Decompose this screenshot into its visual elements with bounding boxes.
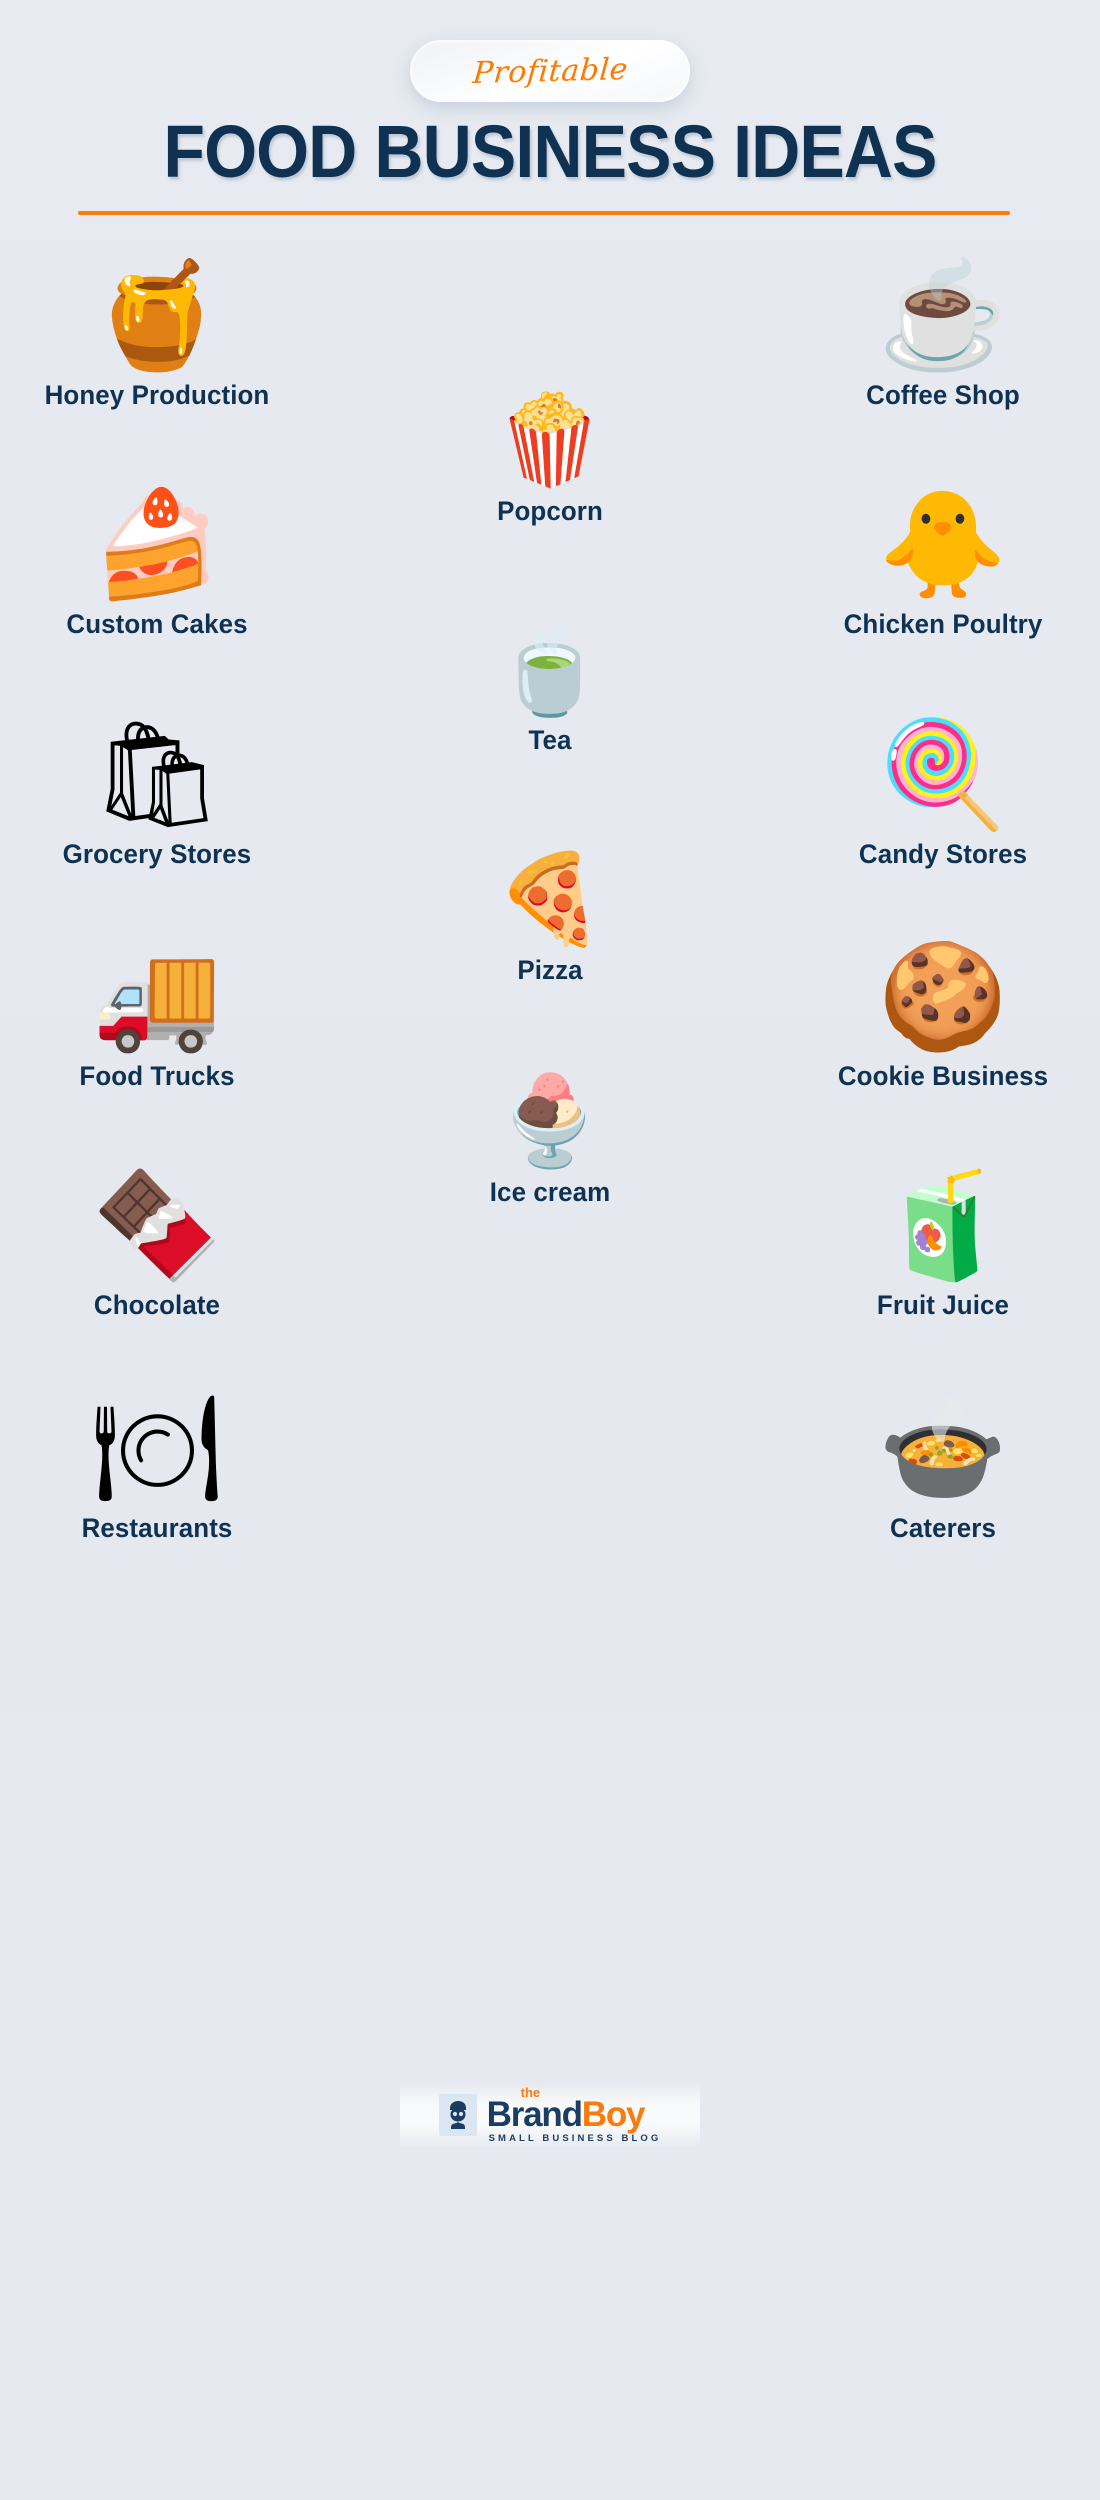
idea-item: 🐥 Chicken Poultry bbox=[793, 477, 1093, 640]
idea-item: 🍿 Popcorn bbox=[400, 364, 700, 527]
idea-item-label: Pizza bbox=[517, 955, 583, 985]
idea-item: 🍭 Candy Stores bbox=[793, 707, 1093, 870]
idea-item: 🍰 Custom Cakes bbox=[7, 477, 307, 640]
profitable-badge-label: Profitable bbox=[471, 51, 629, 91]
idea-item-label: Food Trucks bbox=[79, 1061, 235, 1091]
idea-item-label: Honey Production bbox=[44, 380, 270, 410]
grocery-bag-icon: 🛍 bbox=[90, 717, 224, 833]
idea-item: 🍽 Restaurants bbox=[7, 1381, 307, 1544]
idea-item-label: Restaurants bbox=[81, 1513, 233, 1543]
idea-item-label: Fruit Juice bbox=[876, 1290, 1010, 1320]
popcorn-bucket-icon: 🍿 bbox=[495, 390, 605, 489]
idea-item-label: Ice cream bbox=[489, 1177, 611, 1207]
idea-item: 🍪 Cookie Business bbox=[793, 929, 1093, 1092]
idea-item-label: Popcorn bbox=[497, 496, 603, 526]
cloche-dome-icon: 🍲 bbox=[878, 1391, 1008, 1507]
logo-boy-text: Boy bbox=[581, 2095, 646, 2135]
pizza-slice-icon: 🍕 bbox=[495, 849, 605, 948]
idea-item: 🍕 Pizza bbox=[400, 823, 700, 986]
idea-item-label: Cookie Business bbox=[837, 1061, 1049, 1091]
idea-item-label: Chicken Poultry bbox=[843, 609, 1043, 639]
infographic-page: Profitable FOOD BUSINESS IDEAS 🍯 Honey Pr… bbox=[0, 0, 1100, 2500]
idea-item: 🍵 Tea bbox=[400, 593, 700, 756]
idea-item: ☕ Coffee Shop bbox=[793, 248, 1093, 411]
logo-tagline: SMALL BUSINESS BLOG bbox=[488, 2133, 662, 2145]
idea-item: 🍲 Caterers bbox=[793, 1381, 1093, 1544]
idea-item: 🍫 Chocolate bbox=[7, 1158, 307, 1321]
baby-chick-icon: 🐥 bbox=[878, 487, 1008, 603]
idea-item: 🍨 Ice cream bbox=[400, 1045, 700, 1208]
idea-item-label: Grocery Stores bbox=[62, 839, 252, 869]
logo-wordmark: BrandBoy bbox=[487, 2097, 662, 2132]
ice-cream-cup-icon: 🍨 bbox=[495, 1071, 605, 1170]
idea-item: 🍯 Honey Production bbox=[7, 248, 307, 411]
idea-item-label: Coffee Shop bbox=[866, 380, 1020, 410]
idea-item-label: Candy Stores bbox=[858, 839, 1028, 869]
lollipop-icon: 🍭 bbox=[878, 717, 1008, 833]
teacup-icon: 🍵 bbox=[495, 619, 605, 718]
cookie-stack-icon: 🍪 bbox=[878, 939, 1008, 1055]
juice-glass-icon: 🧃 bbox=[878, 1168, 1008, 1284]
profitable-badge: Profitable bbox=[410, 40, 690, 102]
title-underline-rule bbox=[78, 211, 1010, 215]
idea-item-label: Tea bbox=[528, 725, 572, 755]
idea-item-label: Caterers bbox=[890, 1513, 996, 1543]
idea-item-label: Chocolate bbox=[93, 1290, 221, 1320]
idea-item: 🧃 Fruit Juice bbox=[793, 1158, 1093, 1321]
dining-table-icon: 🍽 bbox=[90, 1391, 224, 1507]
chocolate-bar-icon: 🍫 bbox=[92, 1168, 222, 1284]
boy-face-icon bbox=[438, 2094, 477, 2136]
coffee-cup-icon: ☕ bbox=[878, 258, 1008, 374]
idea-item: 🚚 Food Trucks bbox=[7, 929, 307, 1092]
brandboy-logo[interactable]: the BrandBoy SMALL BUSINESS BLOG bbox=[400, 2082, 700, 2148]
logo-brand-text: Brand bbox=[486, 2095, 583, 2135]
strawberry-cake-icon: 🍰 bbox=[92, 487, 222, 603]
honeycomb-branch-icon: 🍯 bbox=[92, 258, 222, 374]
idea-item: 🛍 Grocery Stores bbox=[7, 707, 307, 870]
hot-dog-truck-icon: 🚚 bbox=[92, 939, 222, 1055]
page-title: FOOD BUSINESS IDEAS bbox=[163, 110, 937, 193]
idea-item-label: Custom Cakes bbox=[66, 609, 248, 639]
